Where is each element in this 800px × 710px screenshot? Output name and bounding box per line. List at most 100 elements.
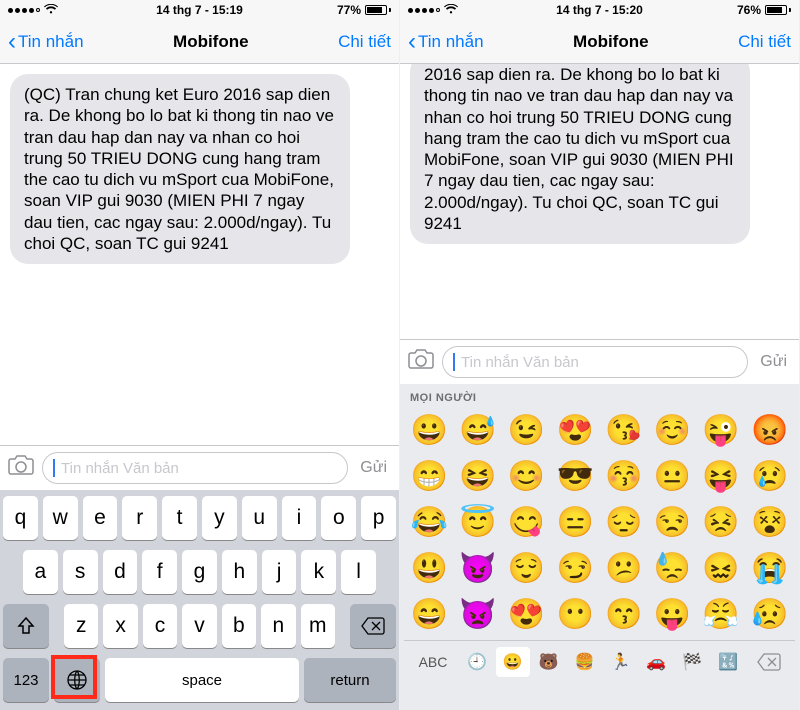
message-area[interactable]: (QC) Tran chung ket Euro 2016 sap dien r… bbox=[0, 64, 399, 445]
emoji-cell[interactable]: 😢 bbox=[746, 454, 793, 498]
emoji-cell[interactable]: 😏 bbox=[552, 546, 599, 590]
backspace-key[interactable] bbox=[350, 604, 396, 648]
emoji-cell[interactable]: 😖 bbox=[698, 546, 745, 590]
key-w[interactable]: w bbox=[43, 496, 78, 540]
emoji-cell[interactable]: 😍 bbox=[552, 408, 599, 452]
back-label: Tin nhắn bbox=[418, 32, 484, 52]
status-left bbox=[8, 3, 58, 17]
key-l[interactable]: l bbox=[341, 550, 376, 594]
emoji-cell[interactable]: 😛 bbox=[649, 592, 696, 636]
emoji-backspace-key[interactable] bbox=[749, 647, 789, 677]
key-o[interactable]: o bbox=[321, 496, 356, 540]
emoji-cell[interactable]: 😂 bbox=[406, 500, 453, 544]
emoji-category-3[interactable]: 🍔 bbox=[568, 647, 602, 677]
emoji-cell[interactable]: ☺️ bbox=[649, 408, 696, 452]
compose-input[interactable]: Tin nhắn Văn bản bbox=[42, 452, 348, 484]
emoji-cell[interactable]: 😜 bbox=[698, 408, 745, 452]
status-bar: 14 thg 7 - 15:19 77% bbox=[0, 0, 399, 20]
emoji-cell[interactable]: 😈 bbox=[455, 546, 502, 590]
emoji-cell[interactable]: 😔 bbox=[601, 500, 648, 544]
key-m[interactable]: m bbox=[301, 604, 335, 648]
emoji-cell[interactable]: 😄 bbox=[406, 592, 453, 636]
key-y[interactable]: y bbox=[202, 496, 237, 540]
return-key[interactable]: return bbox=[304, 658, 396, 702]
emoji-cell[interactable]: 😕 bbox=[601, 546, 648, 590]
compose-row: Tin nhắn Văn bản Gửi bbox=[0, 445, 399, 490]
emoji-category-7[interactable]: 🔣 bbox=[711, 647, 745, 677]
shift-key[interactable] bbox=[3, 604, 49, 648]
emoji-category-0[interactable]: 🕘 bbox=[460, 647, 494, 677]
emoji-cell[interactable]: 😡 bbox=[746, 408, 793, 452]
details-button[interactable]: Chi tiết bbox=[338, 32, 391, 52]
key-u[interactable]: u bbox=[242, 496, 277, 540]
key-e[interactable]: e bbox=[83, 496, 118, 540]
emoji-cell[interactable]: 😙 bbox=[601, 592, 648, 636]
emoji-category-1[interactable]: 😀 bbox=[496, 647, 530, 677]
back-button[interactable]: ‹ Tin nhắn bbox=[408, 30, 484, 54]
emoji-cell[interactable]: 😍 bbox=[503, 592, 550, 636]
emoji-cell[interactable]: 😘 bbox=[601, 408, 648, 452]
camera-icon[interactable] bbox=[408, 349, 434, 375]
key-z[interactable]: z bbox=[64, 604, 98, 648]
emoji-cell[interactable]: 😁 bbox=[406, 454, 453, 498]
camera-icon[interactable] bbox=[8, 455, 34, 481]
emoji-cell[interactable]: 😣 bbox=[698, 500, 745, 544]
emoji-cell[interactable]: 😥 bbox=[746, 592, 793, 636]
emoji-cell[interactable]: 😉 bbox=[503, 408, 550, 452]
details-button[interactable]: Chi tiết bbox=[738, 32, 791, 52]
globe-key[interactable] bbox=[54, 658, 100, 702]
key-n[interactable]: n bbox=[261, 604, 295, 648]
key-a[interactable]: a bbox=[23, 550, 58, 594]
space-key[interactable]: space bbox=[105, 658, 299, 702]
emoji-cell[interactable]: 😎 bbox=[552, 454, 599, 498]
nav-bar: ‹ Tin nhắn Mobifone Chi tiết bbox=[0, 20, 399, 64]
key-h[interactable]: h bbox=[222, 550, 257, 594]
key-s[interactable]: s bbox=[63, 550, 98, 594]
emoji-cell[interactable]: 👿 bbox=[455, 592, 502, 636]
key-f[interactable]: f bbox=[142, 550, 177, 594]
emoji-cell[interactable]: 😓 bbox=[649, 546, 696, 590]
key-x[interactable]: x bbox=[103, 604, 137, 648]
send-button[interactable]: Gửi bbox=[756, 353, 791, 371]
key-d[interactable]: d bbox=[103, 550, 138, 594]
emoji-cell[interactable]: 😝 bbox=[698, 454, 745, 498]
emoji-cell[interactable]: 😆 bbox=[455, 454, 502, 498]
emoji-cell[interactable]: 😤 bbox=[698, 592, 745, 636]
key-v[interactable]: v bbox=[182, 604, 216, 648]
emoji-category-5[interactable]: 🚗 bbox=[639, 647, 673, 677]
key-r[interactable]: r bbox=[122, 496, 157, 540]
emoji-cell[interactable]: 😒 bbox=[649, 500, 696, 544]
emoji-cell[interactable]: 😭 bbox=[746, 546, 793, 590]
emoji-cell[interactable]: 😀 bbox=[406, 408, 453, 452]
emoji-cell[interactable]: 😐 bbox=[649, 454, 696, 498]
emoji-cell[interactable]: 😋 bbox=[503, 500, 550, 544]
back-button[interactable]: ‹ Tin nhắn bbox=[8, 30, 84, 54]
emoji-cell[interactable]: 😊 bbox=[503, 454, 550, 498]
emoji-cell[interactable]: 😌 bbox=[503, 546, 550, 590]
emoji-category-2[interactable]: 🐻 bbox=[532, 647, 566, 677]
emoji-cell[interactable]: 😃 bbox=[406, 546, 453, 590]
key-g[interactable]: g bbox=[182, 550, 217, 594]
emoji-cell[interactable]: 😚 bbox=[601, 454, 648, 498]
status-left bbox=[408, 3, 458, 17]
key-t[interactable]: t bbox=[162, 496, 197, 540]
key-c[interactable]: c bbox=[143, 604, 177, 648]
message-area[interactable]: 2016 sap dien ra. De khong bo lo bat ki … bbox=[400, 64, 799, 339]
emoji-cell[interactable]: 😑 bbox=[552, 500, 599, 544]
emoji-category-6[interactable]: 🏁 bbox=[675, 647, 709, 677]
compose-input[interactable]: Tin nhắn Văn bản bbox=[442, 346, 748, 378]
emoji-cell[interactable]: 😅 bbox=[455, 408, 502, 452]
key-k[interactable]: k bbox=[301, 550, 336, 594]
emoji-cell[interactable]: 😵 bbox=[746, 500, 793, 544]
emoji-cell[interactable]: 😶 bbox=[552, 592, 599, 636]
emoji-cell[interactable]: 😇 bbox=[455, 500, 502, 544]
emoji-category-4[interactable]: 🏃 bbox=[604, 647, 638, 677]
key-i[interactable]: i bbox=[282, 496, 317, 540]
abc-key[interactable]: ABC bbox=[410, 647, 456, 677]
key-q[interactable]: q bbox=[3, 496, 38, 540]
key-j[interactable]: j bbox=[262, 550, 297, 594]
numbers-key[interactable]: 123 bbox=[3, 658, 49, 702]
key-p[interactable]: p bbox=[361, 496, 396, 540]
send-button[interactable]: Gửi bbox=[356, 459, 391, 477]
key-b[interactable]: b bbox=[222, 604, 256, 648]
